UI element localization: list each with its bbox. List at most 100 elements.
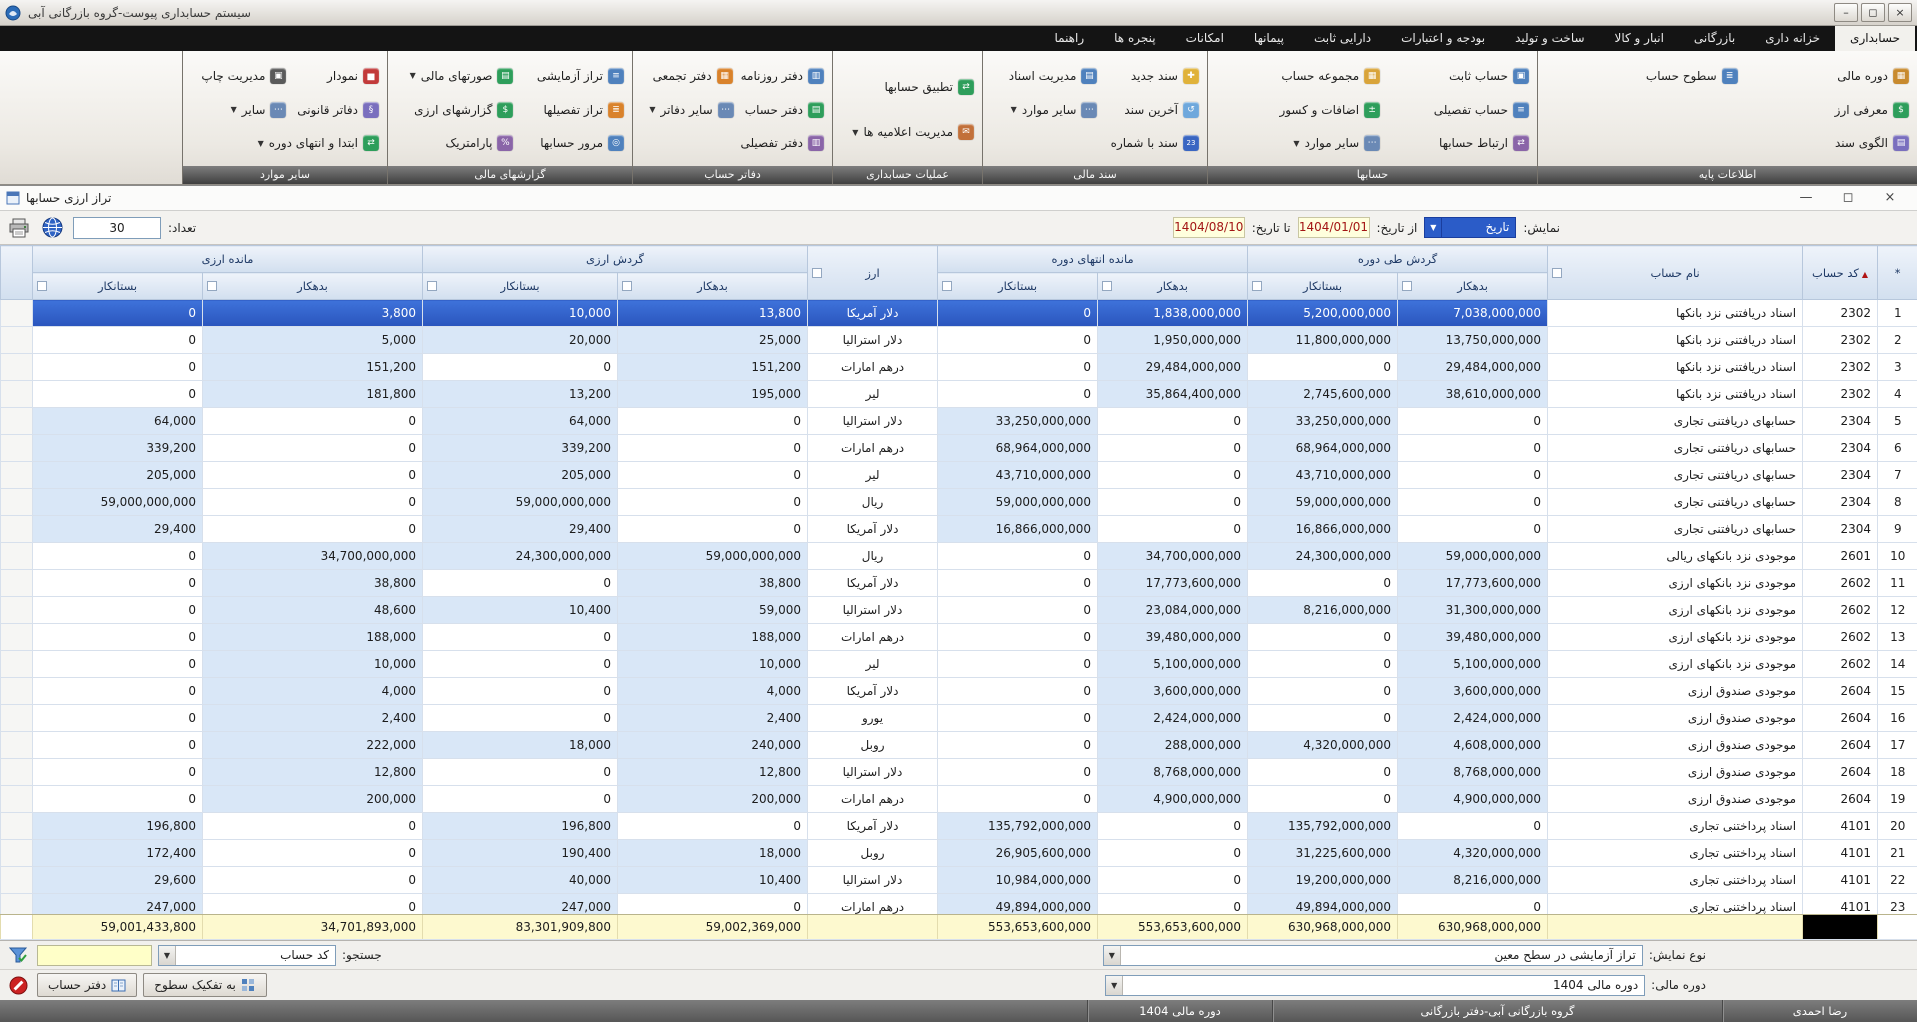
- cell-fx-turnover-debit[interactable]: 59,000,000,000: [618, 543, 808, 570]
- col-group-fx-turnover[interactable]: گردش ارزی: [423, 246, 808, 273]
- cell-currency[interactable]: درهم امارات: [808, 435, 938, 462]
- ribbon-item-account-group[interactable]: ▦مجموعه حساب: [1239, 68, 1380, 84]
- cell-turnover-debit[interactable]: 59,000,000,000: [1398, 543, 1548, 570]
- cell-turnover-credit[interactable]: 0: [1248, 678, 1398, 705]
- cell-fx-balance-credit[interactable]: 196,800: [33, 813, 203, 840]
- tab-contracts[interactable]: پیمانها: [1239, 26, 1299, 51]
- record-count-field[interactable]: 30: [73, 217, 161, 239]
- cell-currency[interactable]: دلار استرالیا: [808, 867, 938, 894]
- col-header-account-name[interactable]: نام حساب: [1548, 246, 1803, 300]
- cell-fx-balance-debit[interactable]: 5,000: [203, 327, 423, 354]
- cell-row-num[interactable]: 5: [1878, 408, 1917, 435]
- cell-fx-balance-debit[interactable]: 3,800: [203, 300, 423, 327]
- cell-fx-balance-debit[interactable]: 0: [203, 462, 423, 489]
- cell-account-name[interactable]: اسناد پرداختنی تجاری: [1548, 894, 1803, 914]
- cell-balance-debit[interactable]: 39,480,000,000: [1098, 624, 1248, 651]
- cell-balance-credit[interactable]: 0: [938, 732, 1098, 759]
- cell-fx-turnover-credit[interactable]: 247,000: [423, 894, 618, 914]
- cell-account-name[interactable]: موجودی نزد بانکهای ارزی: [1548, 624, 1803, 651]
- cell-account-name[interactable]: اسناد پرداختنی تجاری: [1548, 867, 1803, 894]
- cell-turnover-debit[interactable]: 3,600,000,000: [1398, 678, 1548, 705]
- cell-fx-balance-credit[interactable]: 0: [33, 381, 203, 408]
- cell-fx-turnover-debit[interactable]: 195,000: [618, 381, 808, 408]
- cell-fx-turnover-credit[interactable]: 10,400: [423, 597, 618, 624]
- cell-fx-balance-debit[interactable]: 34,700,000,000: [203, 543, 423, 570]
- col-header-account-code[interactable]: ▲کد حساب: [1803, 246, 1878, 300]
- cell-fx-turnover-debit[interactable]: 200,000: [618, 786, 808, 813]
- cell-turnover-debit[interactable]: 7,038,000,000: [1398, 300, 1548, 327]
- cell-fx-turnover-credit[interactable]: 64,000: [423, 408, 618, 435]
- cell-account-name[interactable]: موجودی صندوق ارزی: [1548, 786, 1803, 813]
- cell-fx-balance-credit[interactable]: 0: [33, 354, 203, 381]
- cell-account-code[interactable]: 2304: [1803, 435, 1878, 462]
- cell-account-name[interactable]: حسابهای دریافتنی تجاری: [1548, 435, 1803, 462]
- cell-row-num[interactable]: 6: [1878, 435, 1917, 462]
- grid-row[interactable]: 224101اسناد پرداختنی تجاری8,216,000,0001…: [1, 867, 1917, 894]
- cell-fx-turnover-debit[interactable]: 0: [618, 462, 808, 489]
- grid-row[interactable]: 152604موجودی صندوق ارزی3,600,000,00003,6…: [1, 678, 1917, 705]
- cell-fx-turnover-credit[interactable]: 0: [423, 624, 618, 651]
- ribbon-item-currency-reports[interactable]: $گزارشهای ارزی: [411, 102, 514, 118]
- cell-row-num[interactable]: 19: [1878, 786, 1917, 813]
- cell-account-name[interactable]: موجودی صندوق ارزی: [1548, 732, 1803, 759]
- cell-balance-credit[interactable]: 0: [938, 705, 1098, 732]
- currency-globe-button[interactable]: [39, 215, 66, 241]
- cell-account-name[interactable]: اسناد دریافتنی نزد بانکها: [1548, 327, 1803, 354]
- col-header-currency[interactable]: ارز: [808, 246, 938, 300]
- grid-row[interactable]: 72304حسابهای دریافتنی تجاری043,710,000,0…: [1, 462, 1917, 489]
- cell-account-name[interactable]: حسابهای دریافتنی تجاری: [1548, 489, 1803, 516]
- cell-fx-balance-debit[interactable]: 0: [203, 408, 423, 435]
- cell-turnover-credit[interactable]: 33,250,000,000: [1248, 408, 1398, 435]
- cell-turnover-debit[interactable]: 2,424,000,000: [1398, 705, 1548, 732]
- search-field-combo[interactable]: کد حساب ▼: [158, 945, 336, 966]
- col-header-balance-credit[interactable]: بستانکار: [938, 273, 1098, 300]
- cell-fx-balance-credit[interactable]: 0: [33, 624, 203, 651]
- cell-fx-balance-debit[interactable]: 151,200: [203, 354, 423, 381]
- cell-fx-turnover-credit[interactable]: 339,200: [423, 435, 618, 462]
- cell-fx-balance-debit[interactable]: 200,000: [203, 786, 423, 813]
- cell-fx-balance-debit[interactable]: 4,000: [203, 678, 423, 705]
- cell-row-num[interactable]: 13: [1878, 624, 1917, 651]
- cell-fx-turnover-debit[interactable]: 0: [618, 489, 808, 516]
- cell-currency[interactable]: دلار استرالیا: [808, 597, 938, 624]
- cell-account-code[interactable]: 2604: [1803, 705, 1878, 732]
- cell-row-num[interactable]: 12: [1878, 597, 1917, 624]
- ribbon-item-currency-definition[interactable]: $معرفی ارز: [1746, 102, 1909, 118]
- cell-fx-turnover-debit[interactable]: 0: [618, 435, 808, 462]
- cell-turnover-credit[interactable]: 31,225,600,000: [1248, 840, 1398, 867]
- cell-row-num[interactable]: 7: [1878, 462, 1917, 489]
- cell-balance-debit[interactable]: 0: [1098, 894, 1248, 914]
- cell-balance-credit[interactable]: 0: [938, 354, 1098, 381]
- stop-button[interactable]: [5, 973, 31, 998]
- cell-row-num[interactable]: 11: [1878, 570, 1917, 597]
- cell-fx-balance-debit[interactable]: 0: [203, 813, 423, 840]
- cell-turnover-debit[interactable]: 0: [1398, 894, 1548, 914]
- cell-balance-credit[interactable]: 43,710,000,000: [938, 462, 1098, 489]
- cell-balance-credit[interactable]: 0: [938, 597, 1098, 624]
- cell-fx-balance-credit[interactable]: 247,000: [33, 894, 203, 914]
- ribbon-item-last-document[interactable]: ↺آخرین سند: [1105, 102, 1199, 118]
- cell-balance-debit[interactable]: 0: [1098, 813, 1248, 840]
- ribbon-item-journal-book[interactable]: ▥دفتر روزنامه: [741, 68, 824, 84]
- cell-fx-turnover-credit[interactable]: 59,000,000,000: [423, 489, 618, 516]
- cell-account-code[interactable]: 2602: [1803, 597, 1878, 624]
- to-date-field[interactable]: 1404/08/10: [1173, 217, 1245, 238]
- cell-turnover-debit[interactable]: 4,608,000,000: [1398, 732, 1548, 759]
- cell-account-code[interactable]: 2604: [1803, 732, 1878, 759]
- cell-fx-turnover-debit[interactable]: 240,000: [618, 732, 808, 759]
- cell-account-name[interactable]: اسناد پرداختنی تجاری: [1548, 840, 1803, 867]
- cell-balance-debit[interactable]: 2,424,000,000: [1098, 705, 1248, 732]
- chevron-down-icon[interactable]: ▼: [1104, 946, 1121, 965]
- cell-fx-turnover-credit[interactable]: 13,200: [423, 381, 618, 408]
- cell-fx-balance-credit[interactable]: 0: [33, 786, 203, 813]
- filter-checkbox[interactable]: [622, 281, 632, 291]
- cell-fx-turnover-credit[interactable]: 0: [423, 570, 618, 597]
- cell-balance-credit[interactable]: 33,250,000,000: [938, 408, 1098, 435]
- cell-balance-debit[interactable]: 288,000,000: [1098, 732, 1248, 759]
- cell-account-name[interactable]: موجودی صندوق ارزی: [1548, 678, 1803, 705]
- cell-row-num[interactable]: 20: [1878, 813, 1917, 840]
- cell-balance-debit[interactable]: 34,700,000,000: [1098, 543, 1248, 570]
- cell-account-code[interactable]: 2604: [1803, 678, 1878, 705]
- cell-balance-debit[interactable]: 4,900,000,000: [1098, 786, 1248, 813]
- ribbon-item-legal-books[interactable]: §دفاتر قانونی: [294, 102, 379, 118]
